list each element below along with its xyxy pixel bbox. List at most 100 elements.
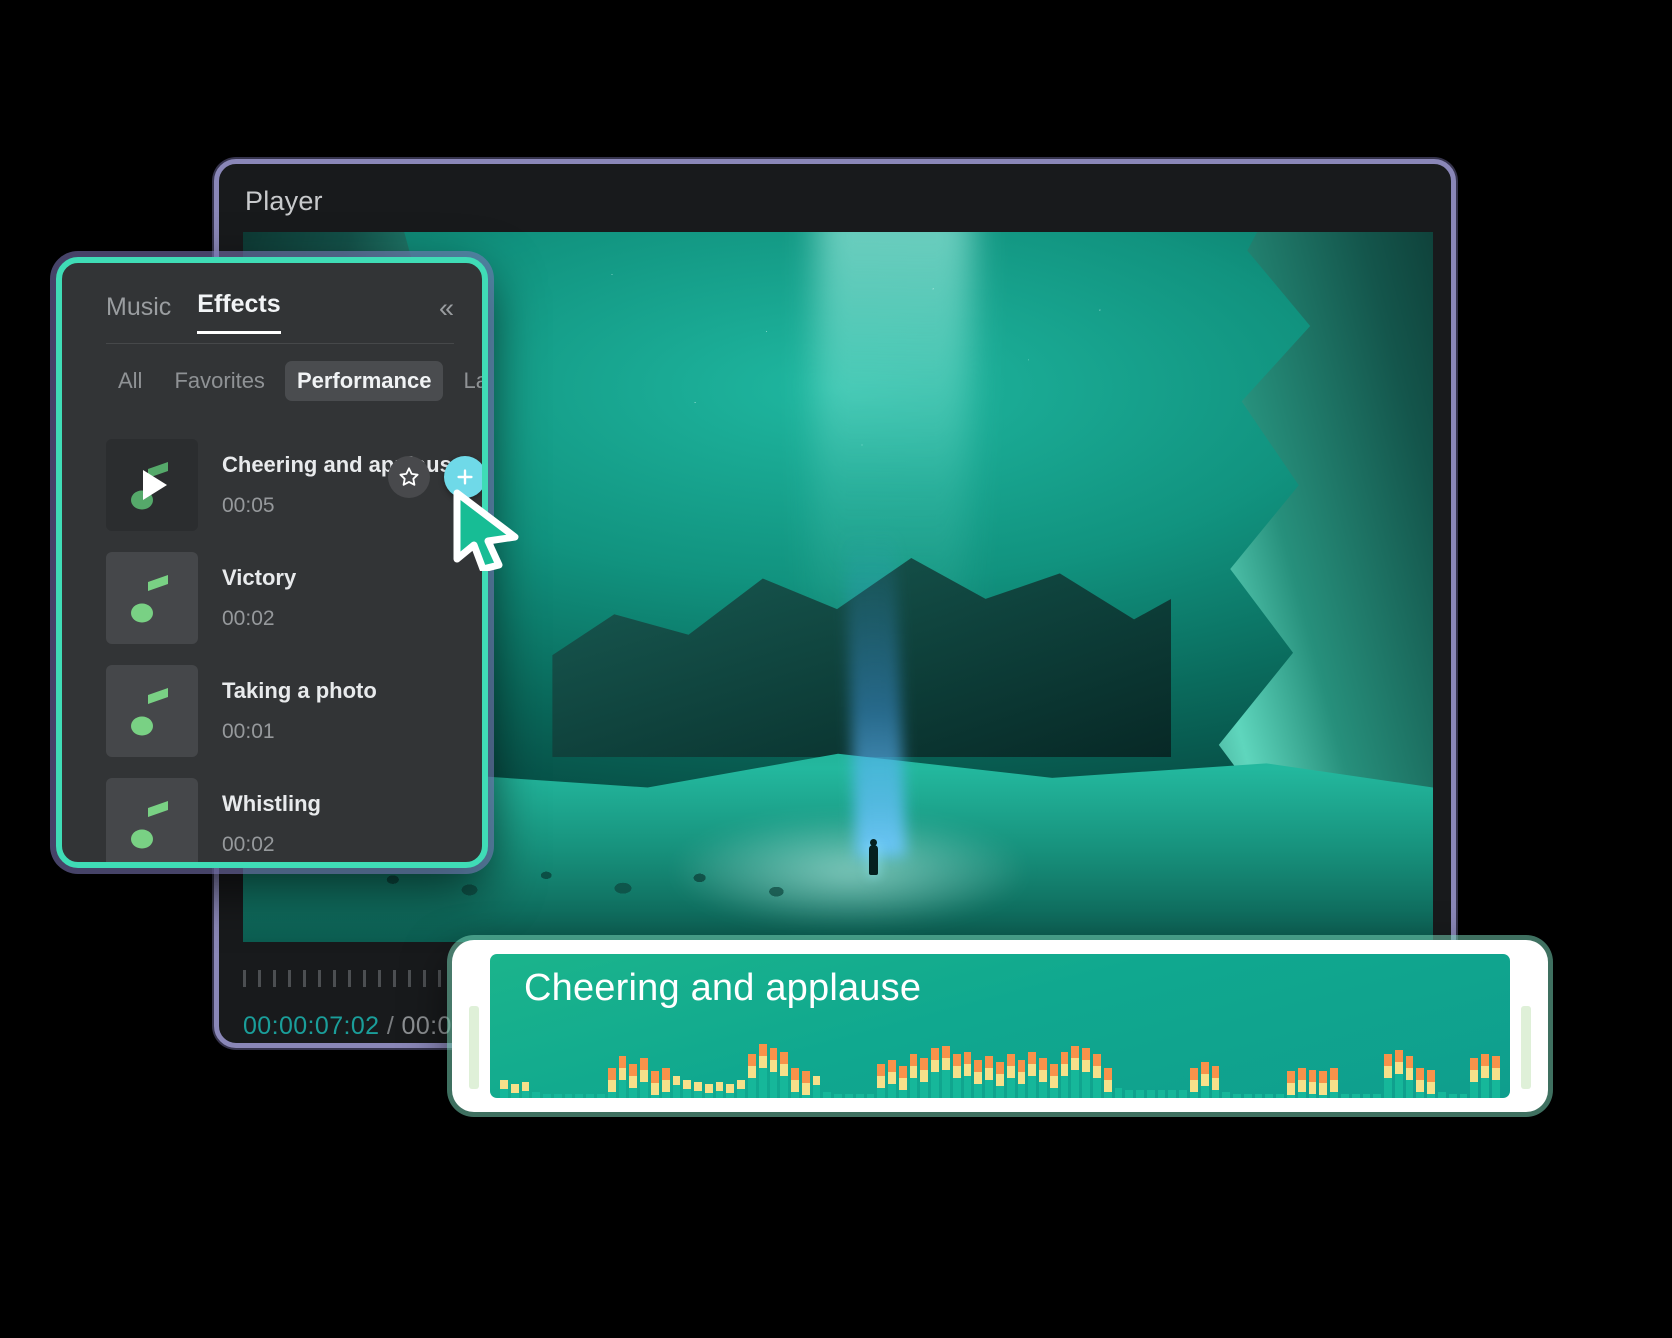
waveform-bar [661, 1068, 670, 1098]
timeline-tick [273, 970, 276, 987]
chip-performance[interactable]: Performance [284, 361, 444, 401]
list-item[interactable]: Taking a photo 00:01 [106, 654, 482, 767]
list-item[interactable]: Cheering and applause 00:05 [106, 428, 482, 541]
waveform-bar [715, 1082, 724, 1098]
waveform-bar [597, 1094, 605, 1098]
waveform-bar [1092, 1054, 1101, 1098]
chip-favorites[interactable]: Favorites [162, 361, 276, 401]
audio-clip-card[interactable]: Cheering and applause [452, 940, 1548, 1112]
list-item[interactable]: Victory 00:02 [106, 541, 482, 654]
timeline-tick [348, 970, 351, 987]
effect-thumbnail[interactable] [106, 777, 198, 862]
waveform-bar [974, 1060, 983, 1098]
waveform-bar [1491, 1056, 1500, 1098]
waveform-bar [888, 1060, 896, 1098]
waveform-bar [1297, 1068, 1306, 1098]
waveform-bar [532, 1092, 541, 1098]
timeline-tick [318, 970, 321, 987]
tab-music[interactable]: Music [106, 293, 171, 334]
effect-name: Victory [222, 564, 297, 590]
waveform-bar [1351, 1094, 1360, 1098]
waveform-bar [1136, 1090, 1144, 1098]
waveform-bar [855, 1094, 864, 1098]
waveform-bar [866, 1094, 875, 1098]
clip-title: Cheering and applause [524, 967, 922, 1009]
waveform-bar [1470, 1058, 1479, 1098]
timeline-tick [303, 970, 306, 987]
timeline-tick [363, 970, 366, 987]
waveform-bar [931, 1048, 940, 1098]
waveform-bar [823, 1092, 832, 1098]
waveform-bar [1028, 1052, 1037, 1098]
waveform-bar [747, 1054, 756, 1098]
waveform-bar [1265, 1094, 1274, 1098]
play-icon[interactable] [143, 469, 167, 500]
chevron-double-left-icon[interactable]: « [439, 293, 454, 324]
star-icon[interactable] [388, 456, 430, 498]
clip-left-handle[interactable] [466, 954, 482, 1098]
waveform-bar [1308, 1070, 1317, 1098]
waveform-bar [1373, 1094, 1382, 1098]
waveform-bar [521, 1082, 530, 1098]
effect-meta: Taking a photo 00:01 [222, 678, 377, 744]
tab-effects[interactable]: Effects [197, 290, 281, 334]
waveform-bar [1427, 1070, 1435, 1098]
waveform-bar [780, 1052, 789, 1098]
effect-duration: 00:01 [222, 719, 275, 743]
waveform-bar [1416, 1068, 1425, 1098]
waveform-bar [963, 1052, 972, 1098]
waveform-bar [1384, 1054, 1392, 1098]
waveform-bar [1103, 1068, 1112, 1098]
waveform-bar [920, 1058, 929, 1098]
timeline-tick [423, 970, 426, 987]
clip-right-handle[interactable] [1518, 954, 1534, 1098]
timeline-tick [438, 970, 441, 987]
effect-thumbnail[interactable] [106, 438, 198, 531]
clip-body[interactable]: Cheering and applause [490, 954, 1510, 1098]
waveform-bar [575, 1094, 584, 1098]
waveform-bar [1200, 1062, 1209, 1098]
waveform-bar [500, 1080, 508, 1098]
divider [106, 343, 454, 344]
waveform-bar [1114, 1088, 1123, 1098]
waveform-bar [898, 1066, 907, 1098]
waveform-bar [942, 1046, 950, 1098]
waveform-bar [1222, 1092, 1231, 1098]
effect-actions [388, 456, 482, 498]
waveform-bar [1211, 1066, 1220, 1098]
page-title: Player [245, 186, 323, 216]
timeline-tick [258, 970, 261, 987]
waveform-bar [769, 1048, 778, 1098]
waveform-bar [1125, 1090, 1134, 1098]
effect-name: Whistling [222, 790, 321, 816]
panel-tabs: Music Effects [106, 290, 281, 334]
person-silhouette [868, 838, 878, 875]
waveform-bar [1362, 1094, 1371, 1098]
chip-laugh[interactable]: Laugh [451, 361, 482, 401]
waveform-bar [1049, 1064, 1058, 1098]
list-item[interactable]: Whistling 00:02 [106, 767, 482, 862]
waveform-bar [812, 1076, 821, 1098]
chip-all[interactable]: All [106, 361, 154, 401]
timeline-tick [378, 970, 381, 987]
effects-list[interactable]: Cheering and applause 00:05 Victory 00:02 Ta… [106, 428, 482, 862]
waveform [500, 1036, 1500, 1098]
timeline-tick [333, 970, 336, 987]
waveform-bar [586, 1094, 595, 1098]
waveform-bar [737, 1080, 745, 1098]
waveform-bar [564, 1094, 573, 1098]
effect-duration: 00:02 [222, 606, 275, 630]
waveform-bar [650, 1071, 659, 1098]
waveform-bar [1017, 1060, 1026, 1098]
waveform-bar [952, 1054, 961, 1098]
waveform-bar [1394, 1050, 1403, 1098]
waveform-bar [1233, 1094, 1241, 1098]
plus-icon[interactable] [444, 456, 482, 498]
waveform-bar [704, 1084, 713, 1098]
waveform-bar [1146, 1090, 1155, 1098]
waveform-bar [1060, 1052, 1069, 1098]
effect-thumbnail[interactable] [106, 664, 198, 757]
waveform-bar [1276, 1094, 1285, 1098]
effect-thumbnail[interactable] [106, 551, 198, 644]
waveform-bar [1157, 1090, 1166, 1098]
